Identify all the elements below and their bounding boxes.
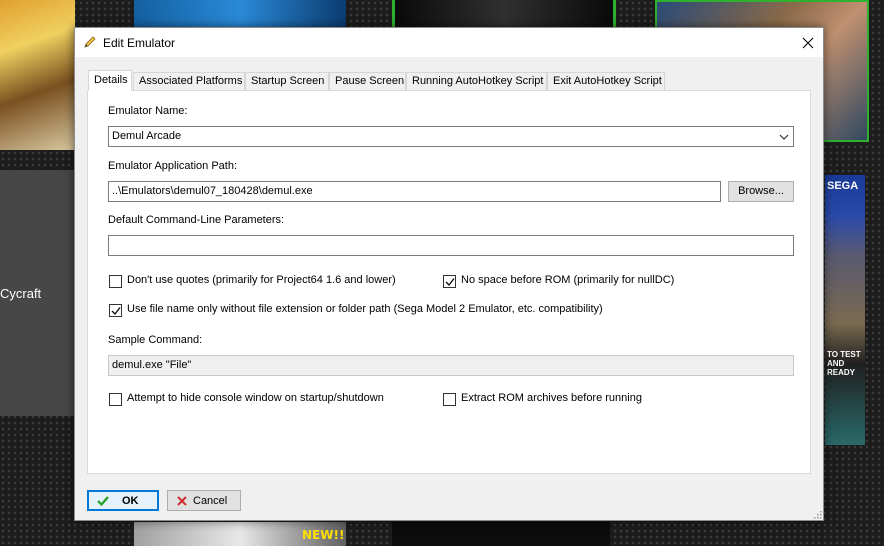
cancel-button[interactable]: Cancel bbox=[167, 490, 241, 511]
game-title-label: Cycraft bbox=[0, 286, 42, 301]
params-label: Default Command-Line Parameters: bbox=[108, 214, 285, 226]
file-name-only-checkbox[interactable] bbox=[109, 304, 122, 317]
x-icon bbox=[177, 496, 187, 506]
chevron-down-icon bbox=[779, 134, 789, 140]
emulator-name-value: Demul Arcade bbox=[112, 130, 182, 142]
cancel-label: Cancel bbox=[193, 495, 228, 507]
game-cover-tile[interactable] bbox=[392, 522, 610, 546]
tab-associated-platforms[interactable]: Associated Platforms bbox=[133, 72, 245, 90]
sample-command-label: Sample Command: bbox=[108, 334, 203, 346]
checkmark-icon bbox=[111, 307, 121, 316]
checkmark-icon bbox=[97, 496, 109, 507]
game-cover-tile[interactable] bbox=[825, 175, 865, 445]
resize-grip-icon[interactable] bbox=[812, 509, 822, 519]
details-panel: Emulator Name: Demul Arcade Emulator App… bbox=[87, 90, 811, 474]
close-icon bbox=[802, 37, 814, 48]
emulator-name-label: Emulator Name: bbox=[108, 105, 188, 117]
game-cover-tile[interactable] bbox=[392, 0, 616, 28]
cover-art-text: SEGA bbox=[827, 180, 859, 192]
hide-console-checkbox[interactable] bbox=[109, 393, 122, 406]
tab-startup-screen[interactable]: Startup Screen bbox=[245, 72, 329, 90]
no-quotes-label[interactable]: Don't use quotes (primarily for Project6… bbox=[127, 274, 396, 286]
title-bar[interactable]: Edit Emulator bbox=[75, 28, 823, 57]
ok-button[interactable]: OK bbox=[87, 490, 159, 511]
pencil-icon bbox=[83, 35, 97, 49]
sample-command-field: demul.exe "File" bbox=[108, 355, 794, 376]
browse-button[interactable]: Browse... bbox=[728, 181, 794, 202]
game-cover-tile[interactable] bbox=[134, 0, 346, 28]
tab-running-autohotkey-script[interactable]: Running AutoHotkey Script bbox=[406, 72, 547, 90]
app-path-input[interactable]: ..\Emulators\demul07_180428\demul.exe bbox=[108, 181, 721, 202]
ok-label: OK bbox=[122, 495, 139, 507]
cover-art-text: NEW!! bbox=[302, 528, 345, 542]
no-space-label[interactable]: No space before ROM (primarily for nullD… bbox=[461, 274, 674, 286]
close-button[interactable] bbox=[793, 28, 823, 57]
file-name-only-label[interactable]: Use file name only without file extensio… bbox=[127, 303, 603, 315]
tab-pause-screen[interactable]: Pause Screen bbox=[329, 72, 406, 90]
app-path-label: Emulator Application Path: bbox=[108, 160, 238, 172]
cover-art-text: TO TEST AND READY bbox=[827, 350, 861, 377]
params-input[interactable] bbox=[108, 235, 794, 256]
hide-console-label[interactable]: Attempt to hide console window on startu… bbox=[127, 392, 384, 404]
extract-rom-label[interactable]: Extract ROM archives before running bbox=[461, 392, 642, 404]
emulator-name-combobox[interactable]: Demul Arcade bbox=[108, 126, 794, 147]
checkmark-icon bbox=[445, 278, 455, 287]
game-cover-tile[interactable] bbox=[0, 0, 75, 150]
extract-rom-checkbox[interactable] bbox=[443, 393, 456, 406]
dialog-title: Edit Emulator bbox=[103, 36, 176, 50]
tab-details[interactable]: Details bbox=[88, 70, 132, 91]
no-quotes-checkbox[interactable] bbox=[109, 275, 122, 288]
tab-exit-autohotkey-script[interactable]: Exit AutoHotkey Script bbox=[547, 72, 665, 90]
edit-emulator-dialog: Edit Emulator Details Associated Platfor… bbox=[74, 27, 824, 521]
no-space-checkbox[interactable] bbox=[443, 275, 456, 288]
